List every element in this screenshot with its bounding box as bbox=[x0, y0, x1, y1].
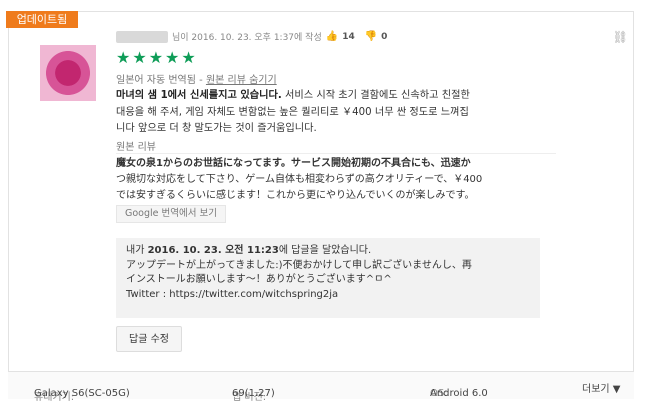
reply-line2: インストールお願いします～！ありがとうございます^ㅁ^ bbox=[126, 274, 392, 285]
developer-reply: 내가 2016. 10. 23. 오전 11:23에 답글을 달았습니다. アッ… bbox=[116, 238, 540, 318]
author-name[interactable] bbox=[116, 30, 168, 43]
thumbs-up-count: 14 bbox=[342, 31, 355, 42]
reply-line1: アップデートが上がってきました:)不便おかけして申し訳ございませんし、再 bbox=[126, 259, 472, 271]
device-value: Galaxy S6(SC-05G) bbox=[34, 388, 130, 399]
rating-stars: ★★★★★ bbox=[116, 48, 198, 67]
original-review-label: 원본 리뷰 bbox=[116, 142, 156, 153]
reply-line3: Twitter : https://twitter.com/witchsprin… bbox=[126, 288, 339, 300]
review-body-line1: 서비스 시작 초기 결함에도 신속하고 친절한 bbox=[281, 90, 470, 101]
original-line2: つ親切な対応をして下さり、ゲーム自体も相変わらずの高クオリティーで、￥400 bbox=[116, 174, 483, 185]
review-card bbox=[8, 11, 634, 399]
review-meta: 님이 2016. 10. 23. 오후 1:37에 작성 👍 14 👎 0 bbox=[116, 30, 393, 43]
thumbs-down-count: 0 bbox=[381, 31, 388, 42]
app-version-value: 69(1.27) bbox=[232, 388, 275, 399]
review-text: 마녀의 샘 1에서 신세를지고 있습니다. 서비스 시작 초기 결함에도 신속하… bbox=[116, 88, 556, 138]
reply-prefix: 내가 bbox=[126, 245, 148, 256]
translation-note: 일본어 자동 번역됨 - 원본 리뷰 숨기기 bbox=[116, 71, 277, 86]
reply-date: 2016. 10. 23. 오전 11:23 bbox=[147, 245, 279, 256]
thumbs-up-icon[interactable]: 👍 bbox=[326, 31, 338, 42]
edit-reply-button[interactable]: 답글 수정 bbox=[116, 326, 182, 352]
original-line1: 魔女の泉1からのお世話になってます。サービス開始初期の不具合にも、迅速か bbox=[116, 158, 471, 169]
thumbs-down-icon[interactable]: 👎 bbox=[365, 31, 377, 42]
google-translate-button[interactable]: Google 번역에서 보기 bbox=[116, 205, 226, 223]
review-body-line2: 대응을 해 주셔, 게임 자체도 변함없는 높은 퀄리티로 ￥400 너무 싼 … bbox=[116, 106, 469, 118]
hide-original-link[interactable]: 원본 리뷰 숨기기 bbox=[206, 75, 277, 86]
original-review-text: 魔女の泉1からのお世話になってます。サービス開始初期の不具合にも、迅速か つ親切… bbox=[116, 153, 556, 204]
review-date: 님이 2016. 10. 23. 오후 1:37에 작성 bbox=[172, 33, 322, 43]
updated-badge: 업데이트됨 bbox=[6, 11, 78, 28]
review-body-line3: 니다 앞으로 더 창 말도가는 것이 즐거움입니다. bbox=[116, 123, 317, 134]
more-dropdown[interactable]: 더보기 ▼ bbox=[582, 380, 620, 395]
auto-translated-label: 일본어 자동 번역됨 - bbox=[116, 75, 206, 86]
os-value: Android 6.0 bbox=[430, 388, 488, 399]
link-icon[interactable]: ⛓ bbox=[613, 30, 628, 44]
review-title: 마녀의 샘 1에서 신세를지고 있습니다. bbox=[116, 90, 282, 101]
original-line3: では安すぎるくらいに感じます！これから更にやり込んでいくのが楽しみです。 bbox=[116, 190, 475, 201]
reply-suffix: 에 답글을 달았습니다. bbox=[278, 245, 372, 256]
device-info-footer: 휴대기기: Galaxy S6(SC-05G) 앱 버전: 69(1.27) O… bbox=[8, 371, 634, 403]
avatar[interactable] bbox=[40, 45, 96, 101]
